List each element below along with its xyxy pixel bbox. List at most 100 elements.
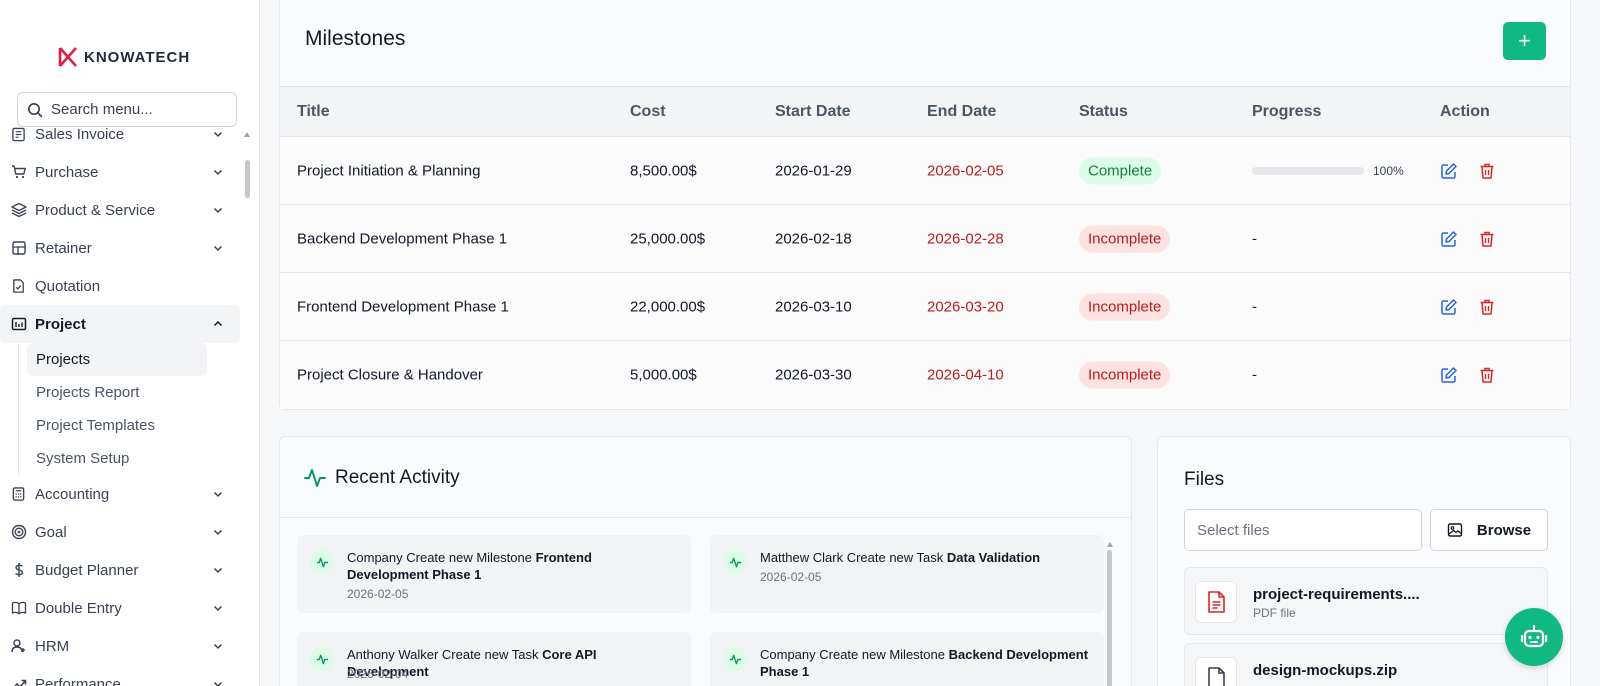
sidebar-item-quotation[interactable]: Quotation bbox=[0, 267, 240, 305]
edit-icon[interactable] bbox=[1440, 162, 1458, 180]
file-name: project-requirements.... bbox=[1253, 586, 1420, 603]
sidebar-item-retainer[interactable]: Retainer bbox=[0, 229, 240, 267]
milestone-cost: 8,500.00$ bbox=[630, 162, 697, 179]
invoice-icon bbox=[10, 126, 27, 143]
users-icon bbox=[10, 638, 27, 655]
milestone-start-date: 2026-02-18 bbox=[775, 230, 852, 247]
file-item[interactable]: design-mockups.zip bbox=[1184, 643, 1548, 686]
calculator-icon bbox=[10, 486, 27, 503]
milestone-cost: 22,000.00$ bbox=[630, 298, 706, 315]
activity-date: 2026-02-05 bbox=[347, 587, 409, 601]
activity-prefix: Matthew Clark Create new Task bbox=[760, 550, 947, 565]
sidebar-item-label: HRM bbox=[35, 637, 70, 655]
sidebar-item-double-entry[interactable]: Double Entry bbox=[0, 589, 240, 627]
add-milestone-button[interactable]: + bbox=[1503, 22, 1546, 60]
chevron-down-icon bbox=[213, 131, 223, 138]
sidebar-item-label: Accounting bbox=[35, 485, 110, 503]
column-header-start-date: Start Date bbox=[775, 102, 851, 120]
sidebar-item-label: Quotation bbox=[35, 277, 101, 295]
cart-icon bbox=[10, 164, 27, 181]
milestone-title: Backend Development Phase 1 bbox=[297, 230, 508, 247]
table-row: Project Closure & Handover 5,000.00$ 202… bbox=[280, 341, 1570, 409]
milestone-title: Frontend Development Phase 1 bbox=[297, 298, 509, 315]
sidebar-item-goal[interactable]: Goal bbox=[0, 513, 240, 551]
activity-date: 2026-02-04 bbox=[347, 667, 409, 681]
sidebar-scrollbar[interactable] bbox=[244, 132, 250, 686]
progress-bar: 100% bbox=[1252, 164, 1404, 178]
milestones-card: Milestones + Title Cost Start Date End D… bbox=[279, 0, 1571, 410]
scrollbar-thumb[interactable] bbox=[1107, 550, 1112, 686]
file-item[interactable]: project-requirements.... PDF file bbox=[1184, 567, 1548, 635]
status-badge: Incomplete bbox=[1079, 293, 1171, 320]
scrollbar-thumb[interactable] bbox=[245, 160, 250, 198]
edit-icon[interactable] bbox=[1440, 298, 1458, 316]
trash-icon[interactable] bbox=[1478, 162, 1496, 180]
activity-text: Company Create new Milestone Backend Dev… bbox=[760, 646, 1090, 680]
building-icon bbox=[10, 240, 27, 257]
sidebar-item-purchase[interactable]: Purchase bbox=[0, 153, 240, 191]
chevron-down-icon bbox=[213, 681, 223, 686]
chevron-down-icon bbox=[213, 567, 223, 574]
status-badge: Incomplete bbox=[1079, 225, 1171, 252]
column-header-end-date: End Date bbox=[927, 102, 997, 120]
trash-icon[interactable] bbox=[1478, 298, 1496, 316]
activity-text: Company Create new Milestone Frontend De… bbox=[347, 549, 677, 583]
milestone-end-date: 2026-02-05 bbox=[927, 162, 1004, 179]
file-check-icon bbox=[10, 278, 27, 295]
sidebar-item-sales-invoice[interactable]: Sales Invoice bbox=[0, 115, 240, 153]
trash-icon[interactable] bbox=[1478, 366, 1496, 384]
sidebar-subitem-system-setup[interactable]: System Setup bbox=[19, 442, 240, 475]
file-icon bbox=[1195, 657, 1237, 686]
activity-prefix: Anthony Walker Create new Task bbox=[347, 647, 543, 662]
sidebar-item-hrm[interactable]: HRM bbox=[0, 627, 240, 665]
progress-label: - bbox=[1252, 230, 1257, 247]
scroll-up-arrow-icon[interactable] bbox=[1107, 542, 1113, 547]
column-header-progress: Progress bbox=[1252, 102, 1322, 120]
progress-label: - bbox=[1252, 298, 1257, 315]
files-title: Files bbox=[1184, 469, 1225, 490]
milestone-end-date: 2026-04-10 bbox=[927, 366, 1004, 384]
dollar-icon bbox=[10, 562, 27, 579]
sidebar-item-product-service[interactable]: Product & Service bbox=[0, 191, 240, 229]
scroll-up-arrow-icon[interactable] bbox=[244, 132, 250, 137]
activity-item: Anthony Walker Create new Task Core API … bbox=[297, 632, 691, 686]
activity-scrollbar[interactable] bbox=[1107, 542, 1113, 686]
status-badge: Incomplete bbox=[1079, 361, 1171, 389]
edit-icon[interactable] bbox=[1440, 230, 1458, 248]
robot-icon bbox=[1520, 624, 1548, 648]
table-row: Backend Development Phase 1 25,000.00$ 2… bbox=[280, 205, 1570, 273]
column-header-status: Status bbox=[1079, 102, 1128, 120]
edit-icon[interactable] bbox=[1440, 366, 1458, 384]
activity-prefix: Company Create new Milestone bbox=[760, 647, 949, 662]
chatbot-button[interactable] bbox=[1505, 608, 1563, 666]
image-icon bbox=[1447, 523, 1463, 537]
sidebar-item-performance[interactable]: Performance bbox=[0, 665, 240, 686]
file-select-input[interactable] bbox=[1184, 509, 1422, 551]
sidebar-menu: Sales Invoice Purchase Product & Service… bbox=[0, 115, 240, 686]
browse-button[interactable]: Browse bbox=[1430, 509, 1548, 551]
activity-prefix: Company Create new Milestone bbox=[347, 550, 536, 565]
row-actions bbox=[1440, 298, 1496, 316]
sidebar-subitem-projects-report[interactable]: Projects Report bbox=[19, 376, 240, 409]
milestone-end-date: 2026-03-20 bbox=[927, 298, 1004, 315]
sidebar-item-label: Sales Invoice bbox=[35, 125, 125, 143]
sidebar-item-project[interactable]: Project bbox=[0, 305, 240, 343]
brand-logo[interactable]: KNOWATECH bbox=[58, 46, 190, 68]
layers-icon bbox=[10, 202, 27, 219]
sidebar-subitem-projects[interactable]: Projects bbox=[27, 343, 207, 376]
trash-icon[interactable] bbox=[1478, 230, 1496, 248]
sidebar-subitem-project-templates[interactable]: Project Templates bbox=[19, 409, 240, 442]
milestones-table: Title Cost Start Date End Date Status Pr… bbox=[280, 86, 1570, 409]
sidebar-item-accounting[interactable]: Accounting bbox=[0, 475, 240, 513]
sidebar-item-label: Purchase bbox=[35, 163, 99, 181]
sidebar-item-label: Double Entry bbox=[35, 599, 122, 617]
sidebar-item-budget-planner[interactable]: Budget Planner bbox=[0, 551, 240, 589]
logo-mark-icon bbox=[58, 47, 77, 67]
activity-item: Company Create new Milestone Backend Dev… bbox=[710, 632, 1104, 686]
chevron-down-icon bbox=[213, 207, 223, 214]
file-name: design-mockups.zip bbox=[1253, 662, 1398, 679]
chevron-down-icon bbox=[213, 491, 223, 498]
column-header-action: Action bbox=[1440, 102, 1490, 120]
activity-icon bbox=[723, 647, 747, 671]
chevron-up-icon bbox=[213, 320, 223, 327]
